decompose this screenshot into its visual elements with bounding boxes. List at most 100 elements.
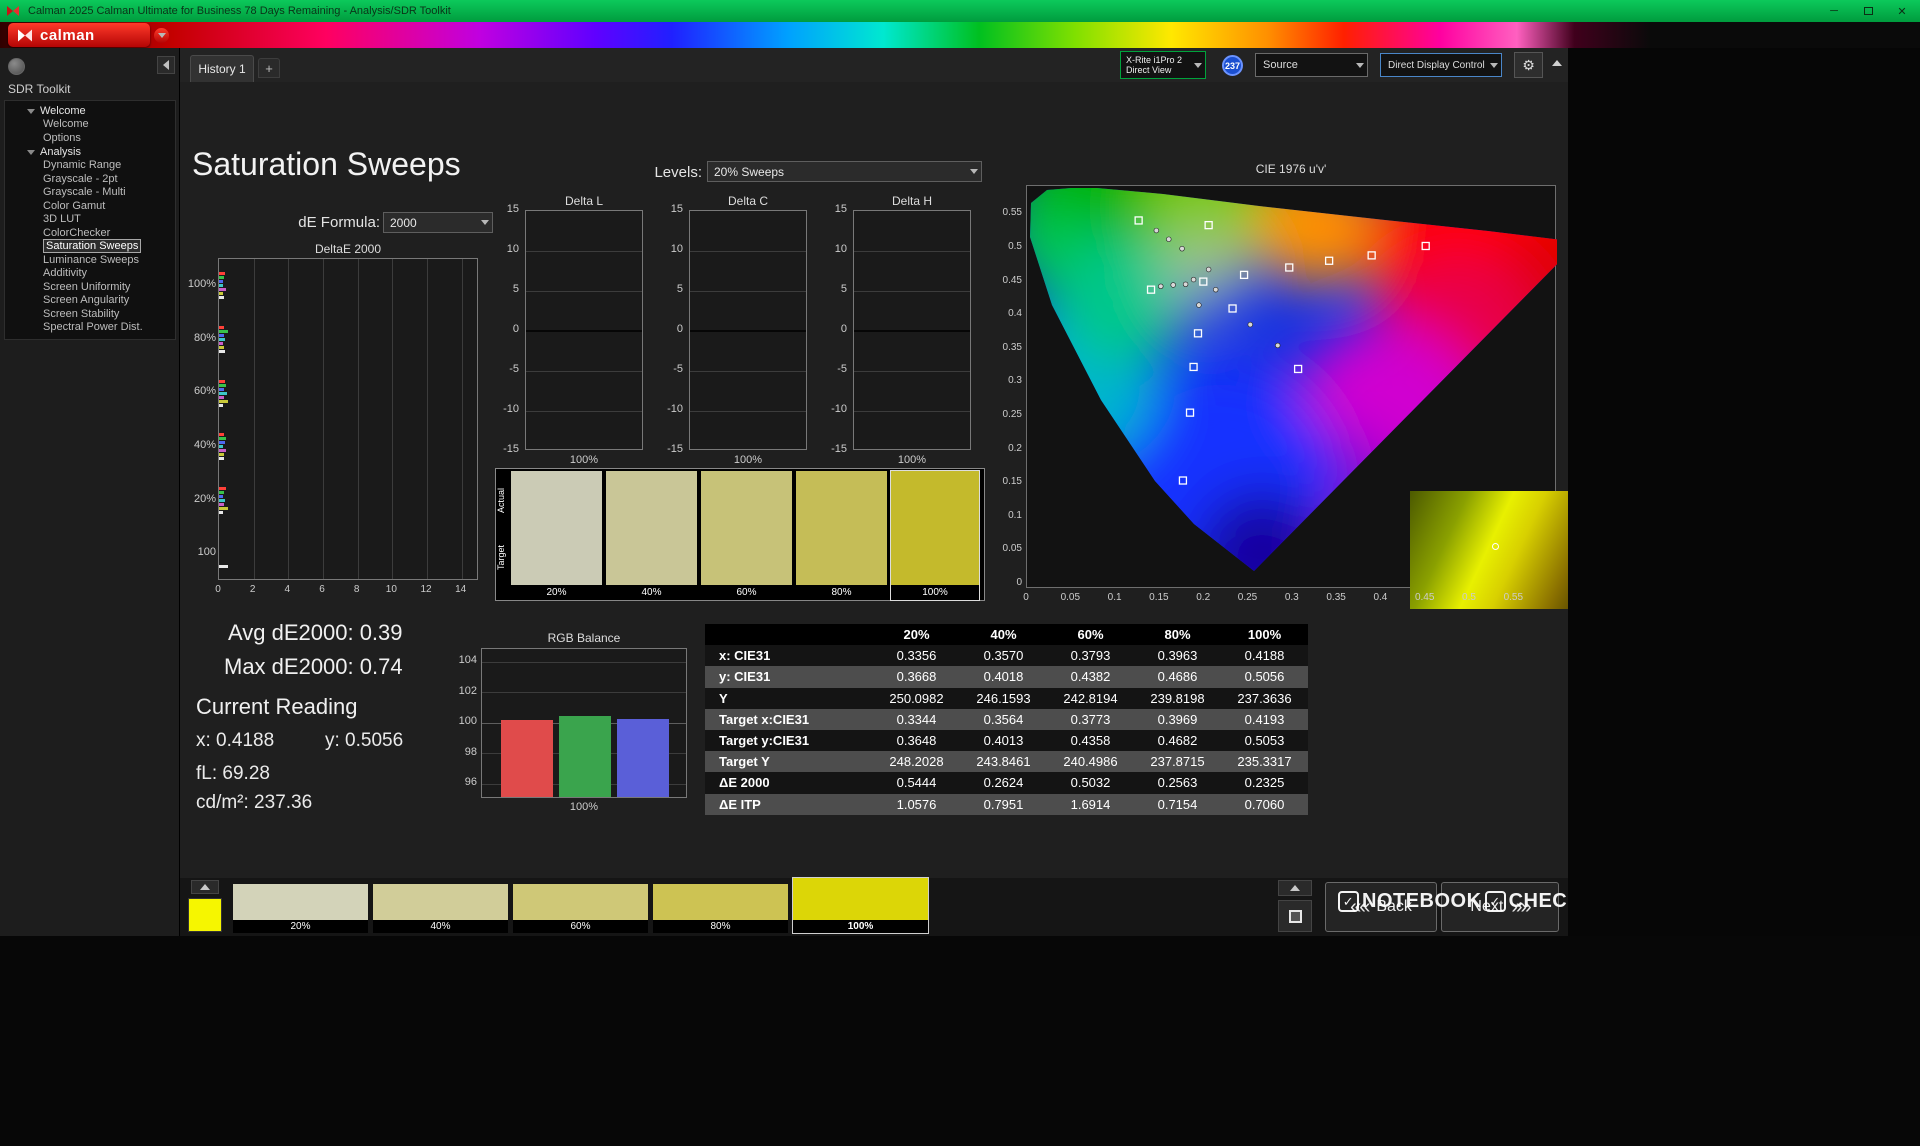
tick-label: 0.35 [1321,592,1351,603]
panel-expand-button[interactable] [1278,880,1312,896]
measurement-marker [1248,322,1253,327]
delta_h-trace [854,330,970,332]
swatch-level-label: 40% [606,585,697,600]
source-dropdown[interactable]: Source [1255,53,1368,77]
tick-label: 5 [649,283,683,295]
main-content: Saturation Sweeps dE Formula: 2000 Level… [180,82,1568,878]
actual-row-label: Actual [496,472,510,528]
topbar-overflow-icon[interactable] [1552,60,1562,66]
window-mode-button[interactable] [1278,900,1312,932]
tree-group-welcome[interactable]: Welcome [5,104,175,118]
row-label-cell: Target x:CIE31 [705,712,873,727]
tick-label: 0.05 [1055,592,1085,603]
red-bar [501,720,553,797]
rgb-plot-area [481,648,687,798]
deltae-bar [219,495,223,498]
tick-label: 15 [813,203,847,215]
tick-label: 0 [208,584,228,595]
swatch-column-100: 100% [891,471,979,600]
tick-label: 0 [1011,592,1041,603]
table-header-cell: 100% [1221,627,1308,642]
value-cell: 0.4682 [1134,733,1221,748]
value-cell: 0.3570 [960,648,1047,663]
sidebar-item-welcome[interactable]: Welcome [5,118,175,132]
tick-label: 0.1 [995,510,1022,521]
meter-dropdown[interactable]: X-Rite i1Pro 2 Direct View [1120,51,1206,79]
sidebar-item-color-gamut[interactable]: Color Gamut [5,200,175,214]
tick-label: 4 [277,584,297,595]
sidebar-item-label: Screen Angularity [43,294,129,306]
swatch-strip-expand-button[interactable] [191,880,219,894]
deltae-bar [219,433,224,436]
close-button[interactable]: ✕ [1892,3,1912,19]
measurement-marker [1183,282,1188,287]
swatch-column-80: 80% [796,471,887,600]
settings-gear-button[interactable]: ⚙ [1514,52,1543,78]
cie-plot-area [1026,185,1556,588]
gridline [427,259,428,579]
sidebar-item-spectral-power-dist[interactable]: Spectral Power Dist. [5,321,175,335]
gridline [854,411,970,412]
measurement-marker [1171,283,1176,288]
deltae-bar [219,511,223,514]
bottom-swatch-20[interactable]: 20% [233,884,368,933]
sidebar-item-screen-angularity[interactable]: Screen Angularity [5,294,175,308]
bottom-swatch-100[interactable]: 100% [793,878,928,933]
swatch-color [513,884,648,920]
bottom-swatch-80[interactable]: 80% [653,884,788,933]
meter-mode: Direct View [1126,65,1182,75]
levels-select[interactable]: 20% Sweeps [707,161,982,182]
tick-label: 100 [440,715,477,727]
minimize-button[interactable]: ─ [1824,3,1844,19]
sidebar-item-3d-lut[interactable]: 3D LUT [5,213,175,227]
maximize-button[interactable] [1858,3,1878,19]
bottom-swatch-60[interactable]: 60% [513,884,648,933]
gridline [854,371,970,372]
chevrons-right-icon: »» [1511,896,1529,919]
value-cell: 1.6914 [1047,797,1134,812]
sidebar-options-button[interactable] [8,58,25,75]
tick-label: 0.5 [1454,592,1484,603]
gear-icon: ⚙ [1522,57,1535,74]
back-button[interactable]: «« Back [1325,882,1437,932]
logo-menu-button[interactable] [154,28,169,43]
sidebar-item-grayscale-multi[interactable]: Grayscale - Multi [5,186,175,200]
sidebar-tree: WelcomeWelcomeOptionsAnalysisDynamic Ran… [4,100,176,340]
deltae-bar [219,272,225,275]
sidebar-item-dynamic-range[interactable]: Dynamic Range [5,159,175,173]
tick-label: 0.15 [995,476,1022,487]
sidebar-item-options[interactable]: Options [5,132,175,146]
sidebar-item-label: Screen Uniformity [43,281,130,293]
tick-label: 20% [186,493,216,505]
results-table: 20%40%60%80%100%x: CIE310.33560.35700.37… [705,624,1308,815]
value-cell: 243.8461 [960,754,1047,769]
table-row: Y250.0982246.1593242.8194239.8198237.363… [705,688,1308,709]
calman-logo[interactable]: calman [8,23,150,47]
deltae-bar [219,384,226,387]
tree-group-analysis[interactable]: Analysis [5,145,175,159]
add-tab-button[interactable]: + [258,58,280,78]
chevron-up-icon [200,884,210,890]
sidebar-item-saturation-sweeps[interactable]: Saturation Sweeps [5,240,175,254]
display-control-dropdown[interactable]: Direct Display Control [1380,53,1502,77]
tick-label: 15 [649,203,683,215]
actual-swatch [891,471,979,528]
delta_c-title: Delta C [689,194,807,208]
next-button[interactable]: Next »» [1441,882,1559,932]
sidebar-item-grayscale-2pt[interactable]: Grayscale - 2pt [5,173,175,187]
sidebar-item-colorchecker[interactable]: ColorChecker [5,227,175,241]
sidebar-collapse-button[interactable] [157,56,175,74]
swatch-panel: Actual Target 20%40%60%80%100% [495,468,985,601]
back-label: Back [1376,898,1412,916]
display-control-label: Direct Display Control [1388,60,1485,71]
de-formula-select[interactable]: 2000 [383,212,493,233]
tab-history-1[interactable]: History 1 [190,55,254,82]
sidebar-item-luminance-sweeps[interactable]: Luminance Sweeps [5,254,175,268]
sidebar-item-additivity[interactable]: Additivity [5,267,175,281]
gridline [690,411,806,412]
delta_c-plot-area [689,210,807,450]
sidebar-item-label: Dynamic Range [43,159,121,171]
sidebar-item-screen-stability[interactable]: Screen Stability [5,308,175,322]
bottom-swatch-40[interactable]: 40% [373,884,508,933]
sidebar-item-screen-uniformity[interactable]: Screen Uniformity [5,281,175,295]
